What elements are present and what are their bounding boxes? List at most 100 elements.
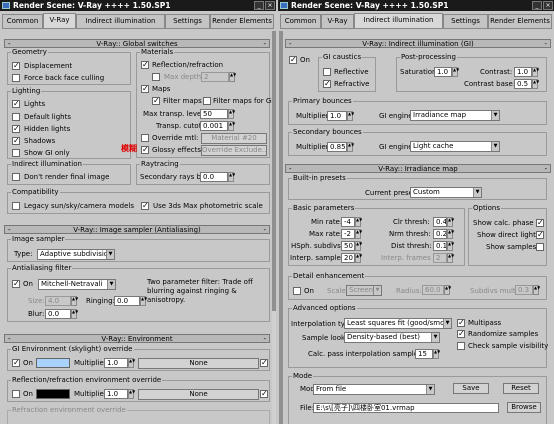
ringing-spinner[interactable]: ▲▼: [140, 296, 147, 306]
current-preset-dropdown[interactable]: Custom ▼: [410, 187, 482, 198]
filter-maps-gi-checkbox[interactable]: [203, 97, 211, 105]
gi-env-multiplier-field[interactable]: 1.0: [104, 358, 128, 368]
filter-size-spinner[interactable]: ▲▼: [71, 296, 78, 306]
max-depth-checkbox[interactable]: [152, 73, 160, 81]
show-direct-light-checkbox[interactable]: ✓: [536, 231, 544, 239]
scrollbar[interactable]: [272, 31, 276, 424]
max-depth-spinner[interactable]: ▲▼: [229, 72, 236, 82]
tab-settings[interactable]: Settings: [165, 14, 210, 29]
file-path-field[interactable]: E:\s\[亮子]\四楼卧室01.vrmap: [313, 403, 499, 413]
scrollbar-thumb[interactable]: [279, 31, 283, 424]
secondary-gi-engine-dropdown[interactable]: Light cache ▼: [410, 141, 500, 152]
transp-cutoff-field[interactable]: 0.001: [200, 121, 228, 131]
glossy-effects-checkbox[interactable]: ✓: [141, 146, 149, 154]
override-exclude-button[interactable]: Override Exclude...: [201, 145, 267, 156]
contrast-base-field[interactable]: 0.5: [514, 79, 532, 89]
nrm-thresh-spinner[interactable]: ▲▼: [447, 229, 454, 239]
detail-on-checkbox[interactable]: [293, 287, 301, 295]
minimize-icon[interactable]: _: [532, 1, 542, 10]
mode-dropdown[interactable]: From file ▼: [313, 384, 435, 395]
interpolation-type-dropdown[interactable]: Least squares fit (good/smooth ▼: [344, 318, 452, 329]
hidden-lights-checkbox[interactable]: ✓: [12, 125, 20, 133]
show-calc-phase-checkbox[interactable]: ✓: [536, 219, 544, 227]
tab-vray[interactable]: V-Ray: [321, 14, 354, 29]
tab-settings[interactable]: Settings: [443, 14, 488, 29]
gi-on-checkbox[interactable]: ✓: [289, 56, 297, 64]
tab-indirect-illumination[interactable]: Indirect illumination: [76, 14, 165, 29]
secondary-multiplier-field[interactable]: 0.85: [327, 142, 347, 152]
gi-env-color-swatch[interactable]: [36, 358, 70, 368]
max-rate-spinner[interactable]: ▲▼: [355, 229, 362, 239]
close-icon[interactable]: ×: [265, 1, 275, 10]
reflection-refraction-checkbox[interactable]: ✓: [141, 61, 149, 69]
rollout-irradiance-map[interactable]: - V-Ray:: Irradiance map -: [285, 164, 551, 173]
nrm-thresh-field[interactable]: 0.2: [433, 229, 447, 239]
saturation-field[interactable]: 1.0: [434, 67, 452, 77]
subdivs-mult-field[interactable]: 0.3: [515, 285, 533, 295]
aa-filter-dropdown[interactable]: Mitchell-Netravali ▼: [38, 279, 116, 290]
check-sample-visibility-checkbox[interactable]: [457, 342, 465, 350]
title-bar[interactable]: Render Scene: V-Ray ++++ 1.50.SP1 _ ×: [0, 0, 276, 11]
interp-samples-spinner[interactable]: ▲▼: [355, 253, 362, 263]
min-rate-spinner[interactable]: ▲▼: [355, 217, 362, 227]
aa-filter-on-checkbox[interactable]: ✓: [12, 280, 20, 288]
detail-scale-dropdown[interactable]: Screen ▼: [346, 285, 382, 296]
material-button[interactable]: Material #20: [201, 133, 267, 144]
shadows-checkbox[interactable]: ✓: [12, 137, 20, 145]
interp-samples-field[interactable]: 20: [341, 253, 355, 263]
primary-gi-engine-dropdown[interactable]: Irradiance map ▼: [410, 110, 500, 121]
contrast-spinner[interactable]: ▲▼: [532, 67, 539, 77]
filter-size-field[interactable]: 4.0: [45, 296, 71, 306]
ringing-field[interactable]: 0.0: [114, 296, 140, 306]
tab-render-elements[interactable]: Render Elements: [210, 14, 274, 29]
gi-env-map-checkbox[interactable]: ✓: [260, 359, 268, 367]
legacy-sun-checkbox[interactable]: [12, 202, 20, 210]
clr-thresh-field[interactable]: 0.4: [433, 217, 447, 227]
hsph-subdivs-field[interactable]: 50: [341, 241, 355, 251]
refl-env-color-swatch[interactable]: [36, 389, 70, 399]
tab-vray[interactable]: V-Ray: [43, 13, 76, 29]
secondary-bias-spinner[interactable]: ▲▼: [228, 172, 235, 182]
refl-env-map-button[interactable]: None: [138, 389, 259, 400]
dist-thresh-field[interactable]: 0.1: [433, 241, 447, 251]
refl-env-multiplier-field[interactable]: 1.0: [104, 389, 128, 399]
rollout-image-sampler[interactable]: - V-Ray:: Image sampler (Antialiasing) -: [4, 225, 270, 234]
tab-indirect-illumination[interactable]: Indirect illumination: [354, 13, 443, 29]
scrollbar[interactable]: [279, 31, 283, 424]
photometric-checkbox[interactable]: ✓: [141, 202, 149, 210]
browse-button[interactable]: Browse: [507, 402, 541, 413]
secondary-multiplier-spinner[interactable]: ▲▼: [347, 142, 354, 152]
dont-render-checkbox[interactable]: [12, 173, 20, 181]
secondary-rays-bias-field[interactable]: 0.0: [200, 172, 228, 182]
lights-checkbox[interactable]: ✓: [12, 100, 20, 108]
max-transp-field[interactable]: 50: [200, 109, 228, 119]
calc-pass-samples-field[interactable]: 15: [415, 349, 433, 359]
refl-env-multiplier-spinner[interactable]: ▲▼: [128, 389, 135, 399]
contrast-field[interactable]: 1.0: [514, 67, 532, 77]
force-back-checkbox[interactable]: [12, 74, 20, 82]
interp-frames-field[interactable]: 2: [433, 253, 447, 263]
max-depth-field[interactable]: 2: [201, 72, 229, 82]
primary-multiplier-spinner[interactable]: ▲▼: [347, 111, 354, 121]
maps-checkbox[interactable]: ✓: [141, 85, 149, 93]
close-icon[interactable]: ×: [543, 1, 553, 10]
title-bar[interactable]: Render Scene: V-Ray ++++ 1.50.SP1 _ ×: [278, 0, 554, 11]
detail-radius-field[interactable]: 60.0: [422, 285, 444, 295]
displacement-checkbox[interactable]: ✓: [12, 62, 20, 70]
reflective-checkbox[interactable]: [323, 68, 331, 76]
sampler-type-dropdown[interactable]: Adaptive subdivision ▼: [37, 249, 115, 260]
default-lights-checkbox[interactable]: [12, 113, 20, 121]
subdivs-mult-spinner[interactable]: ▲▼: [533, 285, 540, 295]
blur-field[interactable]: 0.0: [45, 309, 71, 319]
gi-env-multiplier-spinner[interactable]: ▲▼: [128, 358, 135, 368]
show-samples-checkbox[interactable]: [536, 243, 544, 251]
hsph-subdivs-spinner[interactable]: ▲▼: [355, 241, 362, 251]
tab-common[interactable]: Common: [280, 14, 321, 29]
override-mtl-checkbox[interactable]: [141, 134, 149, 142]
rollout-indirect-illumination[interactable]: - V-Ray:: Indirect illumination (GI) -: [285, 39, 551, 48]
interp-frames-spinner[interactable]: ▲▼: [447, 253, 454, 263]
rollout-environment[interactable]: - V-Ray:: Environment -: [4, 334, 270, 343]
min-rate-field[interactable]: -4: [341, 217, 355, 227]
reset-button[interactable]: Reset: [503, 383, 539, 394]
saturation-spinner[interactable]: ▲▼: [452, 67, 459, 77]
